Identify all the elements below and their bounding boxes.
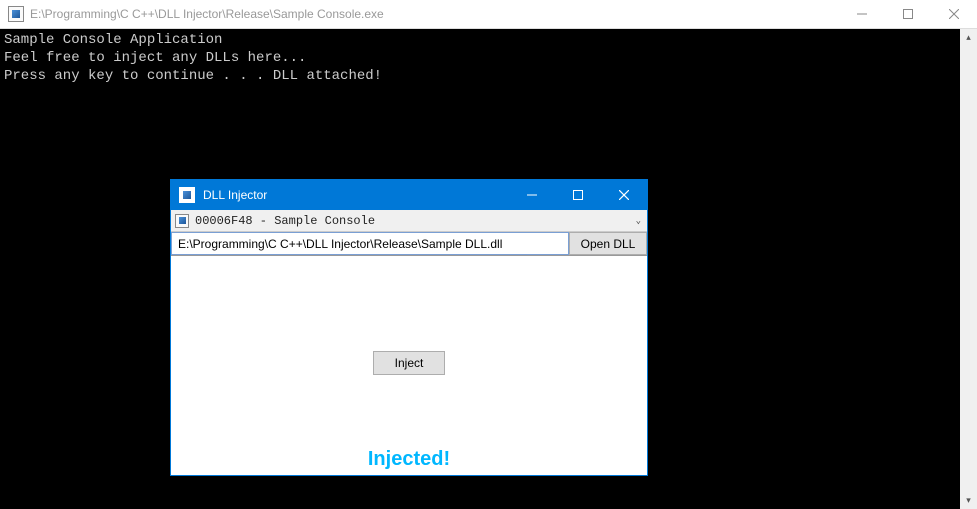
- scroll-down-arrow-icon[interactable]: ▾: [960, 492, 977, 509]
- process-selector[interactable]: 00006F48 - Sample Console ⌄: [171, 210, 647, 232]
- dll-path-input[interactable]: [171, 232, 569, 255]
- console-body[interactable]: Sample Console Application Feel free to …: [0, 29, 977, 509]
- status-label: Injected!: [171, 448, 647, 471]
- injector-app-icon: [179, 187, 195, 203]
- console-output: Sample Console Application Feel free to …: [0, 29, 977, 87]
- process-label: 00006F48 - Sample Console: [195, 214, 375, 228]
- injector-maximize-button[interactable]: [555, 180, 601, 210]
- console-app-icon: [8, 6, 24, 22]
- injector-titlebar[interactable]: DLL Injector: [171, 180, 647, 210]
- injector-body: Inject Injected!: [171, 256, 647, 475]
- injector-minimize-button[interactable]: [509, 180, 555, 210]
- injector-close-button[interactable]: [601, 180, 647, 210]
- chevron-down-icon: ⌄: [636, 216, 641, 226]
- injector-window: DLL Injector 00006F48 - S: [170, 179, 648, 476]
- scroll-up-arrow-icon[interactable]: ▴: [960, 29, 977, 46]
- dll-path-row: Open DLL: [171, 232, 647, 256]
- minimize-button[interactable]: [839, 0, 885, 28]
- close-button[interactable]: [931, 0, 977, 28]
- console-title: E:\Programming\C C++\DLL Injector\Releas…: [30, 7, 839, 21]
- process-icon: [175, 214, 189, 228]
- console-titlebar[interactable]: E:\Programming\C C++\DLL Injector\Releas…: [0, 0, 977, 29]
- open-dll-button[interactable]: Open DLL: [569, 232, 647, 255]
- console-window: E:\Programming\C C++\DLL Injector\Releas…: [0, 0, 977, 509]
- maximize-button[interactable]: [885, 0, 931, 28]
- vertical-scrollbar[interactable]: ▴ ▾: [960, 29, 977, 509]
- injector-title: DLL Injector: [203, 188, 509, 202]
- inject-button[interactable]: Inject: [373, 351, 445, 375]
